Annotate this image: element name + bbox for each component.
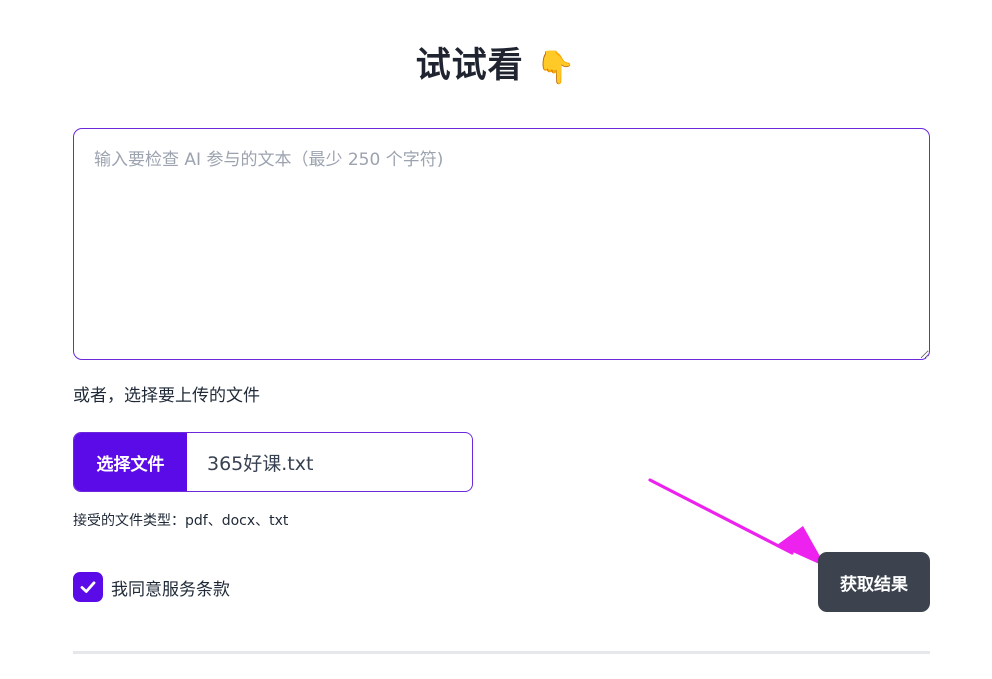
get-results-button[interactable]: 获取结果 [818, 552, 930, 612]
pointing-down-hand-icon: 👇 [535, 48, 577, 86]
terms-agreement: 我同意服务条款 [73, 572, 230, 602]
choose-file-button[interactable]: 选择文件 [74, 433, 187, 491]
arrow-icon [648, 478, 826, 567]
divider [73, 651, 930, 654]
check-icon [80, 581, 96, 593]
upload-or-label: 或者，选择要上传的文件 [73, 386, 260, 406]
terms-checkbox[interactable] [73, 572, 103, 602]
page-title: 试试看 👇 [0, 40, 992, 93]
selected-file-name: 365好课.txt [207, 452, 314, 475]
accepted-file-types: 接受的文件类型：pdf、docx、txt [73, 513, 289, 529]
terms-label: 我同意服务条款 [111, 579, 230, 600]
page-title-text: 试试看 [415, 46, 524, 86]
text-input[interactable] [73, 128, 930, 360]
file-picker[interactable]: 选择文件 365好课.txt [73, 432, 473, 492]
